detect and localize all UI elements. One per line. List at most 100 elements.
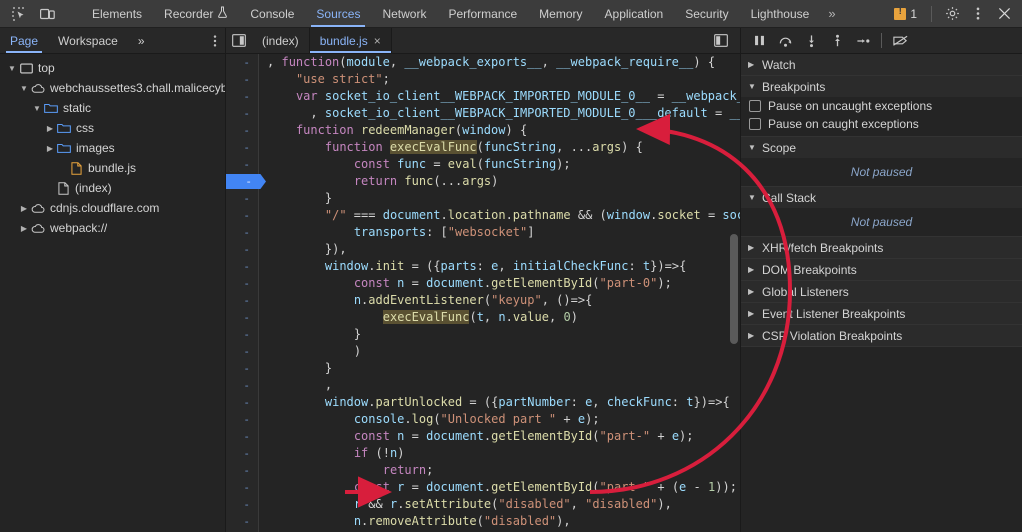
chevron-right-icon[interactable]: ▶: [44, 124, 56, 133]
code-line[interactable]: const func = eval(funcString);: [267, 156, 740, 173]
code-line[interactable]: const n = document.getElementById("part-…: [267, 428, 740, 445]
checkbox[interactable]: [749, 100, 761, 112]
tab-elements[interactable]: Elements: [81, 0, 153, 27]
code-lines[interactable]: , function(module, __webpack_exports__, …: [259, 54, 740, 532]
tab-sources[interactable]: Sources: [305, 0, 371, 27]
section-header-dom-breakpoints[interactable]: ▶ DOM Breakpoints: [741, 259, 1022, 280]
show-debugger-icon[interactable]: [708, 34, 734, 47]
chevron-down-icon[interactable]: ▼: [18, 84, 30, 93]
section-header-global-listeners[interactable]: ▶ Global Listeners: [741, 281, 1022, 302]
code-line[interactable]: ): [267, 343, 740, 360]
editor-tab-index[interactable]: (index): [252, 28, 310, 53]
code-editor[interactable]: ---------------------------------- , fun…: [226, 54, 740, 532]
gutter-line[interactable]: -: [226, 258, 258, 275]
chevron-right-icon[interactable]: ▶: [18, 224, 30, 233]
code-line[interactable]: if (!n): [267, 445, 740, 462]
gutter-line[interactable]: -: [226, 377, 258, 394]
gutter-line[interactable]: -: [226, 445, 258, 462]
code-line[interactable]: n.removeAttribute("disabled"),: [267, 513, 740, 530]
gutter-line[interactable]: -: [226, 343, 258, 360]
gutter-line[interactable]: -: [226, 88, 258, 105]
section-header-watch[interactable]: ▶ Watch: [741, 54, 1022, 75]
tab-lighthouse[interactable]: Lighthouse: [740, 0, 821, 27]
gutter-line[interactable]: -: [226, 394, 258, 411]
gutter-line[interactable]: -: [226, 513, 258, 530]
code-line[interactable]: }: [267, 326, 740, 343]
tree-item-domain[interactable]: ▼ webchaussettes3.chall.malicecyb: [0, 78, 225, 98]
code-line[interactable]: return func(...args): [267, 173, 740, 190]
section-header-call-stack[interactable]: ▼ Call Stack: [741, 187, 1022, 208]
tree-item-webpack[interactable]: ▶ webpack://: [0, 218, 225, 238]
section-header-csp-violation-breakpoints[interactable]: ▶ CSP Violation Breakpoints: [741, 325, 1022, 346]
chevron-right-icon[interactable]: ▶: [748, 309, 757, 318]
more-panels-icon[interactable]: »: [820, 0, 843, 27]
code-line[interactable]: var socket_io_client__WEBPACK_IMPORTED_M…: [267, 88, 740, 105]
section-header-scope[interactable]: ▼ Scope: [741, 137, 1022, 158]
code-line[interactable]: ,: [267, 377, 740, 394]
tab-network[interactable]: Network: [371, 0, 437, 27]
section-header-breakpoints[interactable]: ▼ Breakpoints: [741, 76, 1022, 97]
tab-page[interactable]: Page: [0, 28, 48, 53]
tree-item-static[interactable]: ▼ static: [0, 98, 225, 118]
gutter-line[interactable]: -: [226, 496, 258, 513]
chevron-down-icon[interactable]: ▼: [748, 143, 757, 152]
close-icon[interactable]: ×: [374, 34, 381, 48]
tab-security[interactable]: Security: [674, 0, 739, 27]
editor-scrollbar[interactable]: [730, 234, 738, 344]
code-line[interactable]: }: [267, 190, 740, 207]
gutter-line[interactable]: -: [226, 275, 258, 292]
gutter-line[interactable]: -: [226, 156, 258, 173]
code-line[interactable]: function execEvalFunc(funcString, ...arg…: [267, 139, 740, 156]
gutter-line[interactable]: -: [226, 326, 258, 343]
warning-badge[interactable]: 1: [888, 6, 923, 21]
chevron-right-icon[interactable]: ▶: [748, 243, 757, 252]
tab-recorder[interactable]: Recorder: [153, 0, 239, 27]
tab-memory[interactable]: Memory: [528, 0, 593, 27]
code-line[interactable]: , function(module, __webpack_exports__, …: [267, 54, 740, 71]
gutter-line[interactable]: -: [226, 241, 258, 258]
chevron-down-icon[interactable]: ▼: [31, 104, 43, 113]
tab-workspace[interactable]: Workspace: [48, 28, 128, 53]
gutter-line[interactable]: -: [226, 479, 258, 496]
code-line[interactable]: r && r.setAttribute("disabled", "disable…: [267, 496, 740, 513]
tree-item-cdnjs[interactable]: ▶ cdnjs.cloudflare.com: [0, 198, 225, 218]
code-line[interactable]: , socket_io_client__WEBPACK_IMPORTED_MOD…: [267, 105, 740, 122]
gutter-line[interactable]: -: [226, 122, 258, 139]
chevron-down-icon[interactable]: ▼: [748, 82, 757, 91]
gutter-line[interactable]: -: [226, 462, 258, 479]
gutter-line[interactable]: -: [226, 105, 258, 122]
code-line[interactable]: n.addEventListener("keyup", ()=>{: [267, 292, 740, 309]
navigator-menu-icon[interactable]: [205, 28, 225, 53]
editor-gutter[interactable]: ----------------------------------: [226, 54, 266, 532]
tab-performance[interactable]: Performance: [437, 0, 528, 27]
tree-item-top[interactable]: ▼ top: [0, 58, 225, 78]
close-icon[interactable]: [992, 2, 1016, 26]
step-out-button[interactable]: [825, 30, 849, 52]
chevron-right-icon[interactable]: ▶: [748, 60, 757, 69]
code-line[interactable]: const n = document.getElementById("part-…: [267, 275, 740, 292]
tab-application[interactable]: Application: [594, 0, 675, 27]
tree-item-bundle-js[interactable]: bundle.js: [0, 158, 225, 178]
code-line[interactable]: transports: ["websocket"]: [267, 224, 740, 241]
gutter-line[interactable]: -: [226, 139, 258, 156]
code-line[interactable]: "/" === document.location.pathname && (w…: [267, 207, 740, 224]
editor-tab-bundle-js[interactable]: bundle.js ×: [309, 28, 392, 53]
gutter-line[interactable]: -: [226, 411, 258, 428]
chevron-right-icon[interactable]: ▶: [748, 287, 757, 296]
chevron-right-icon[interactable]: ▶: [748, 331, 757, 340]
code-line[interactable]: "use strict";: [267, 71, 740, 88]
kebab-menu-icon[interactable]: [966, 2, 990, 26]
more-navigator-tabs-icon[interactable]: »: [128, 28, 155, 53]
code-line[interactable]: }: [267, 360, 740, 377]
deactivate-breakpoints-button[interactable]: [888, 30, 912, 52]
code-line[interactable]: console.log("Unlocked part " + e);: [267, 411, 740, 428]
gutter-line[interactable]: -: [226, 54, 258, 71]
step-button[interactable]: [851, 30, 875, 52]
gutter-line[interactable]: -: [226, 224, 258, 241]
pause-resume-script-button[interactable]: [747, 30, 771, 52]
step-over-button[interactable]: [773, 30, 797, 52]
show-navigator-icon[interactable]: [226, 28, 252, 53]
pause-on-caught-exceptions-row[interactable]: Pause on caught exceptions: [741, 115, 1022, 136]
tree-item-index[interactable]: (index): [0, 178, 225, 198]
code-line[interactable]: execEvalFunc(t, n.value, 0): [267, 309, 740, 326]
